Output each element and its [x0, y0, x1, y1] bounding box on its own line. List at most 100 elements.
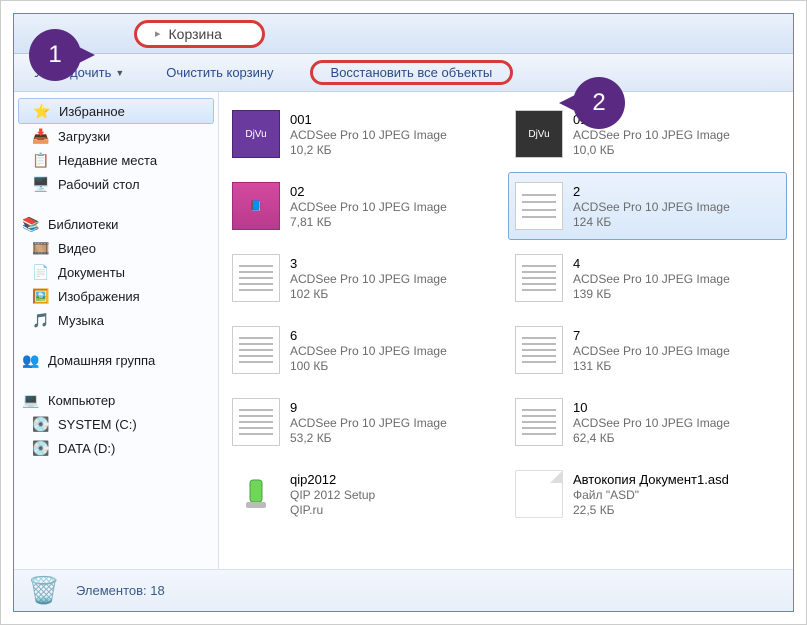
- desktop-icon: 🖥️: [32, 175, 50, 193]
- file-name: Автокопия Документ1.asd: [573, 472, 729, 487]
- drive-icon: 💽: [32, 415, 50, 433]
- file-name: 9: [290, 400, 447, 415]
- sidebar-label: Видео: [58, 241, 96, 256]
- pictures-icon: 🖼️: [32, 287, 50, 305]
- file-item[interactable]: 📘 02 ACDSee Pro 10 JPEG Image 7,81 КБ: [225, 172, 504, 240]
- breadcrumb-location: Корзина: [169, 26, 222, 42]
- callout-1: 1: [29, 29, 81, 81]
- file-thumb-icon: 📘: [232, 182, 280, 230]
- file-item[interactable]: Автокопия Документ1.asd Файл "ASD" 22,5 …: [508, 460, 787, 528]
- homegroup-icon: 👥: [22, 351, 40, 369]
- downloads-icon: 📥: [32, 127, 50, 145]
- file-thumb-icon: [515, 182, 563, 230]
- file-size: 62,4 КБ: [573, 431, 730, 445]
- file-item[interactable]: 10 ACDSee Pro 10 JPEG Image 62,4 КБ: [508, 388, 787, 456]
- file-item[interactable]: 2 ACDSee Pro 10 JPEG Image 124 КБ: [508, 172, 787, 240]
- libraries-icon: 📚: [22, 215, 40, 233]
- file-thumb-icon: [232, 326, 280, 374]
- file-item[interactable]: 7 ACDSee Pro 10 JPEG Image 131 КБ: [508, 316, 787, 384]
- file-type: ACDSee Pro 10 JPEG Image: [290, 416, 447, 430]
- sidebar-label: Домашняя группа: [48, 353, 155, 368]
- file-type: ACDSee Pro 10 JPEG Image: [573, 344, 730, 358]
- sidebar-drive-d[interactable]: 💽 DATA (D:): [14, 436, 218, 460]
- file-item[interactable]: 3 ACDSee Pro 10 JPEG Image 102 КБ: [225, 244, 504, 312]
- file-thumb-icon: DjVu: [232, 110, 280, 158]
- sidebar-favorites[interactable]: ⭐ Избранное: [18, 98, 214, 124]
- sidebar-computer[interactable]: 💻 Компьютер: [14, 388, 218, 412]
- file-size: 10,0 КБ: [573, 143, 730, 157]
- file-item[interactable]: 9 ACDSee Pro 10 JPEG Image 53,2 КБ: [225, 388, 504, 456]
- sidebar-libraries[interactable]: 📚 Библиотеки: [14, 212, 218, 236]
- sidebar-desktop[interactable]: 🖥️ Рабочий стол: [14, 172, 218, 196]
- drive-icon: 💽: [32, 439, 50, 457]
- sidebar-label: Избранное: [59, 104, 125, 119]
- sidebar-music[interactable]: 🎵 Музыка: [14, 308, 218, 332]
- sidebar-label: Загрузки: [58, 129, 110, 144]
- file-name: qip2012: [290, 472, 375, 487]
- file-name: 7: [573, 328, 730, 343]
- file-size: 7,81 КБ: [290, 215, 447, 229]
- file-type: ACDSee Pro 10 JPEG Image: [573, 272, 730, 286]
- sidebar-label: Документы: [58, 265, 125, 280]
- file-size: 124 КБ: [573, 215, 730, 229]
- sidebar-documents[interactable]: 📄 Документы: [14, 260, 218, 284]
- file-size: 102 КБ: [290, 287, 447, 301]
- file-size: 22,5 КБ: [573, 503, 729, 517]
- sidebar-label: Библиотеки: [48, 217, 118, 232]
- file-thumb-icon: [232, 398, 280, 446]
- status-text: Элементов: 18: [76, 583, 165, 598]
- file-type: ACDSee Pro 10 JPEG Image: [290, 200, 447, 214]
- music-icon: 🎵: [32, 311, 50, 329]
- sidebar-label: Музыка: [58, 313, 104, 328]
- file-name: 001: [290, 112, 447, 127]
- recycle-bin-icon: 🗑️: [28, 575, 60, 607]
- file-item[interactable]: DjVu 001 ACDSee Pro 10 JPEG Image 10,2 К…: [225, 100, 504, 168]
- sidebar-label: Компьютер: [48, 393, 115, 408]
- breadcrumb[interactable]: Корзина: [134, 20, 265, 48]
- file-item[interactable]: qip2012 QIP 2012 Setup QIP.ru: [225, 460, 504, 528]
- video-icon: 🎞️: [32, 239, 50, 257]
- file-name: 10: [573, 400, 730, 415]
- file-type: Файл "ASD": [573, 488, 729, 502]
- file-size: 131 КБ: [573, 359, 730, 373]
- address-bar: Корзина: [14, 14, 793, 54]
- restore-all-button[interactable]: Восстановить все объекты: [310, 60, 514, 85]
- file-type: ACDSee Pro 10 JPEG Image: [290, 344, 447, 358]
- sidebar-homegroup[interactable]: 👥 Домашняя группа: [14, 348, 218, 372]
- file-type: QIP 2012 Setup: [290, 488, 375, 502]
- file-name: 4: [573, 256, 730, 271]
- file-thumb-icon: [232, 254, 280, 302]
- sidebar-video[interactable]: 🎞️ Видео: [14, 236, 218, 260]
- documents-icon: 📄: [32, 263, 50, 281]
- sidebar-drive-c[interactable]: 💽 SYSTEM (C:): [14, 412, 218, 436]
- sidebar-label: Недавние места: [58, 153, 157, 168]
- file-name: 6: [290, 328, 447, 343]
- file-type: ACDSee Pro 10 JPEG Image: [573, 416, 730, 430]
- star-icon: ⭐: [33, 102, 51, 120]
- file-size: QIP.ru: [290, 503, 375, 517]
- file-type: ACDSee Pro 10 JPEG Image: [573, 200, 730, 214]
- sidebar-pictures[interactable]: 🖼️ Изображения: [14, 284, 218, 308]
- file-thumb-icon: [515, 470, 563, 518]
- file-thumb-icon: [515, 254, 563, 302]
- file-item[interactable]: 4 ACDSee Pro 10 JPEG Image 139 КБ: [508, 244, 787, 312]
- toolbar: Упорядочить ▼ Очистить корзину Восстанов…: [14, 54, 793, 92]
- file-type: ACDSee Pro 10 JPEG Image: [290, 128, 447, 142]
- sidebar-downloads[interactable]: 📥 Загрузки: [14, 124, 218, 148]
- status-label: Элементов:: [76, 583, 147, 598]
- status-count: 18: [150, 583, 164, 598]
- main-area: ⭐ Избранное 📥 Загрузки 📋 Недавние места …: [14, 92, 793, 569]
- callout-2: 2: [573, 77, 625, 129]
- file-size: 100 КБ: [290, 359, 447, 373]
- file-name: 02: [290, 184, 447, 199]
- file-type: ACDSee Pro 10 JPEG Image: [290, 272, 447, 286]
- file-type: ACDSee Pro 10 JPEG Image: [573, 128, 730, 142]
- file-item[interactable]: 6 ACDSee Pro 10 JPEG Image 100 КБ: [225, 316, 504, 384]
- file-list: DjVu 001 ACDSee Pro 10 JPEG Image 10,2 К…: [219, 92, 793, 569]
- sidebar-label: Рабочий стол: [58, 177, 140, 192]
- sidebar-label: DATA (D:): [58, 441, 115, 456]
- file-item[interactable]: DjVu 01 ACDSee Pro 10 JPEG Image 10,0 КБ: [508, 100, 787, 168]
- sidebar-recent[interactable]: 📋 Недавние места: [14, 148, 218, 172]
- file-thumb-icon: DjVu: [515, 110, 563, 158]
- empty-bin-button[interactable]: Очистить корзину: [160, 61, 279, 84]
